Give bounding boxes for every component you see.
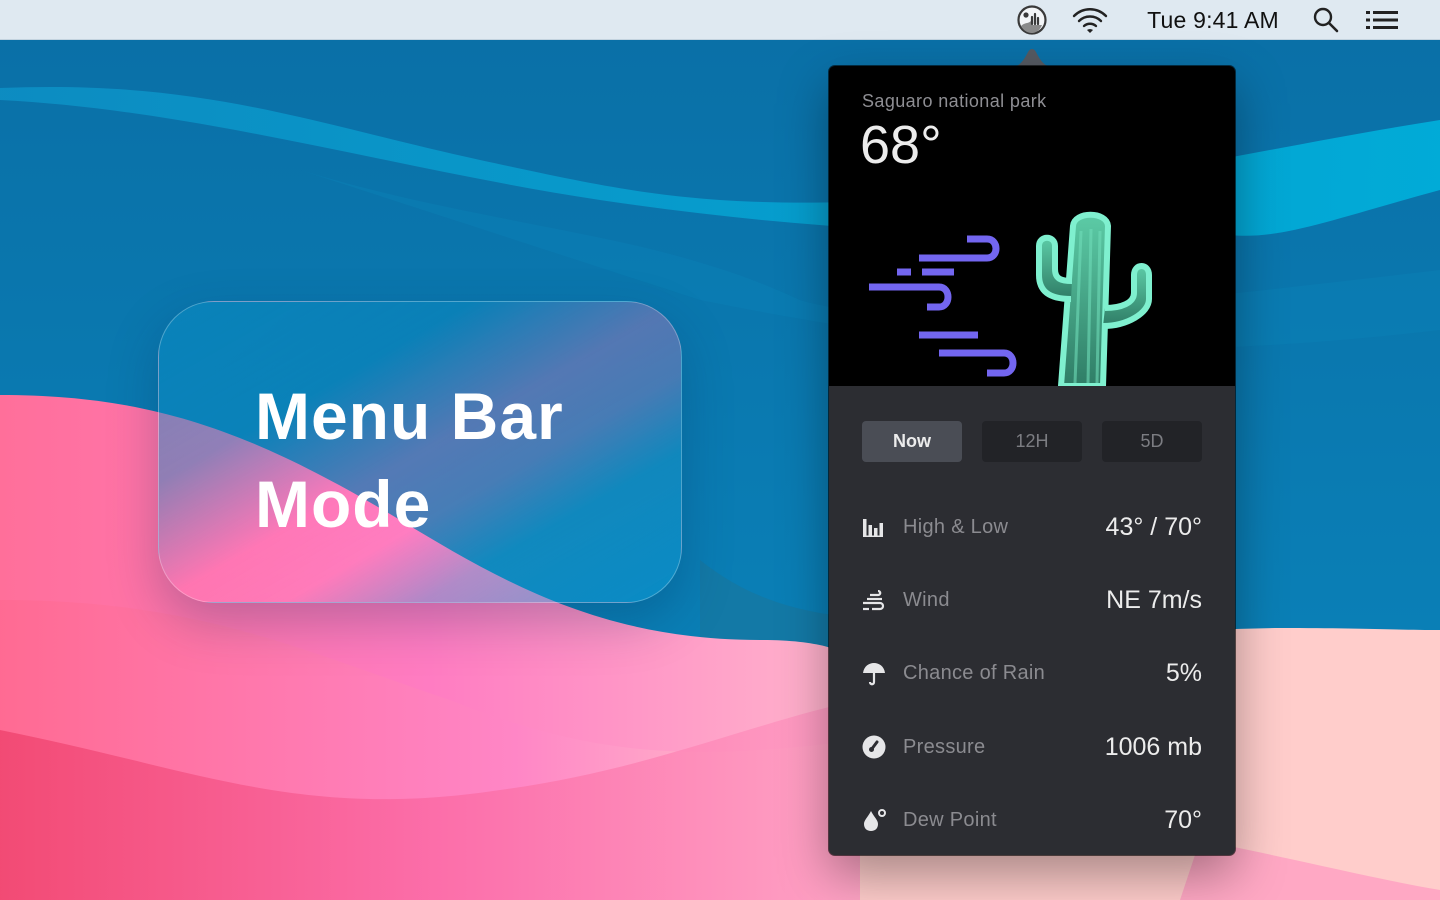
weather-menubar-button[interactable] <box>1014 0 1050 40</box>
forecast-tabs: Now 12H 5D <box>862 421 1202 462</box>
search-icon <box>1313 7 1339 33</box>
feature-title: Menu Bar Mode <box>255 372 675 548</box>
tab-now[interactable]: Now <box>862 421 962 462</box>
dew-drop-icon <box>862 806 890 834</box>
tab-5d[interactable]: 5D <box>1102 421 1202 462</box>
notification-center-button[interactable] <box>1360 0 1404 40</box>
detail-row-high-low: High & Low 43° / 70° <box>862 491 1202 564</box>
detail-label: Pressure <box>903 735 986 758</box>
detail-value: 1006 mb <box>1104 732 1202 761</box>
detail-value: 43° / 70° <box>1105 513 1202 542</box>
spotlight-button[interactable] <box>1308 0 1344 40</box>
menu-bar: Tue 9:41 AM <box>0 0 1440 40</box>
weather-hero: Saguaro national park 68° <box>829 66 1235 386</box>
umbrella-icon <box>862 660 890 688</box>
wind-icon <box>862 587 890 615</box>
detail-label: Dew Point <box>903 808 997 831</box>
bar-chart-icon <box>862 514 890 542</box>
detail-label: Chance of Rain <box>903 662 1046 685</box>
wind-icon <box>869 235 1017 377</box>
detail-row-chance-of-rain: Chance of Rain 5% <box>862 637 1202 710</box>
tab-12h[interactable]: 12H <box>982 421 1082 462</box>
detail-row-dew-point: Dew Point 70° <box>862 784 1202 855</box>
detail-label: Wind <box>903 589 950 612</box>
wifi-icon <box>1072 8 1108 33</box>
detail-value: 5% <box>1165 659 1202 688</box>
detail-value: 70° <box>1164 805 1202 834</box>
detail-row-wind: Wind NE 7m/s <box>862 564 1202 637</box>
location-name: Saguaro national park <box>862 91 1047 111</box>
detail-value: NE 7m/s <box>1106 586 1202 615</box>
current-temperature: 68° <box>860 115 942 175</box>
wifi-menubar-button[interactable] <box>1068 0 1112 40</box>
list-icon <box>1366 11 1398 29</box>
detail-row-pressure: Pressure 1006 mb <box>862 711 1202 784</box>
feature-title-line-2: Mode <box>255 467 432 541</box>
cactus-icon <box>1036 211 1152 386</box>
detail-label: High & Low <box>903 516 1009 539</box>
feature-title-card: Menu Bar Mode <box>158 301 682 603</box>
weather-app-icon <box>1017 5 1047 35</box>
menubar-clock[interactable]: Tue 9:41 AM <box>1130 0 1296 40</box>
wind-cactus-illustration <box>869 211 1152 386</box>
weather-popover: Saguaro national park 68° Now 12H 5D Hig… <box>829 66 1235 855</box>
popover-arrow <box>1012 49 1052 68</box>
gauge-icon <box>862 733 890 761</box>
feature-title-line-1: Menu Bar <box>255 379 564 453</box>
weather-details-list: High & Low 43° / 70° Wind NE 7m/s Chance… <box>862 491 1202 855</box>
